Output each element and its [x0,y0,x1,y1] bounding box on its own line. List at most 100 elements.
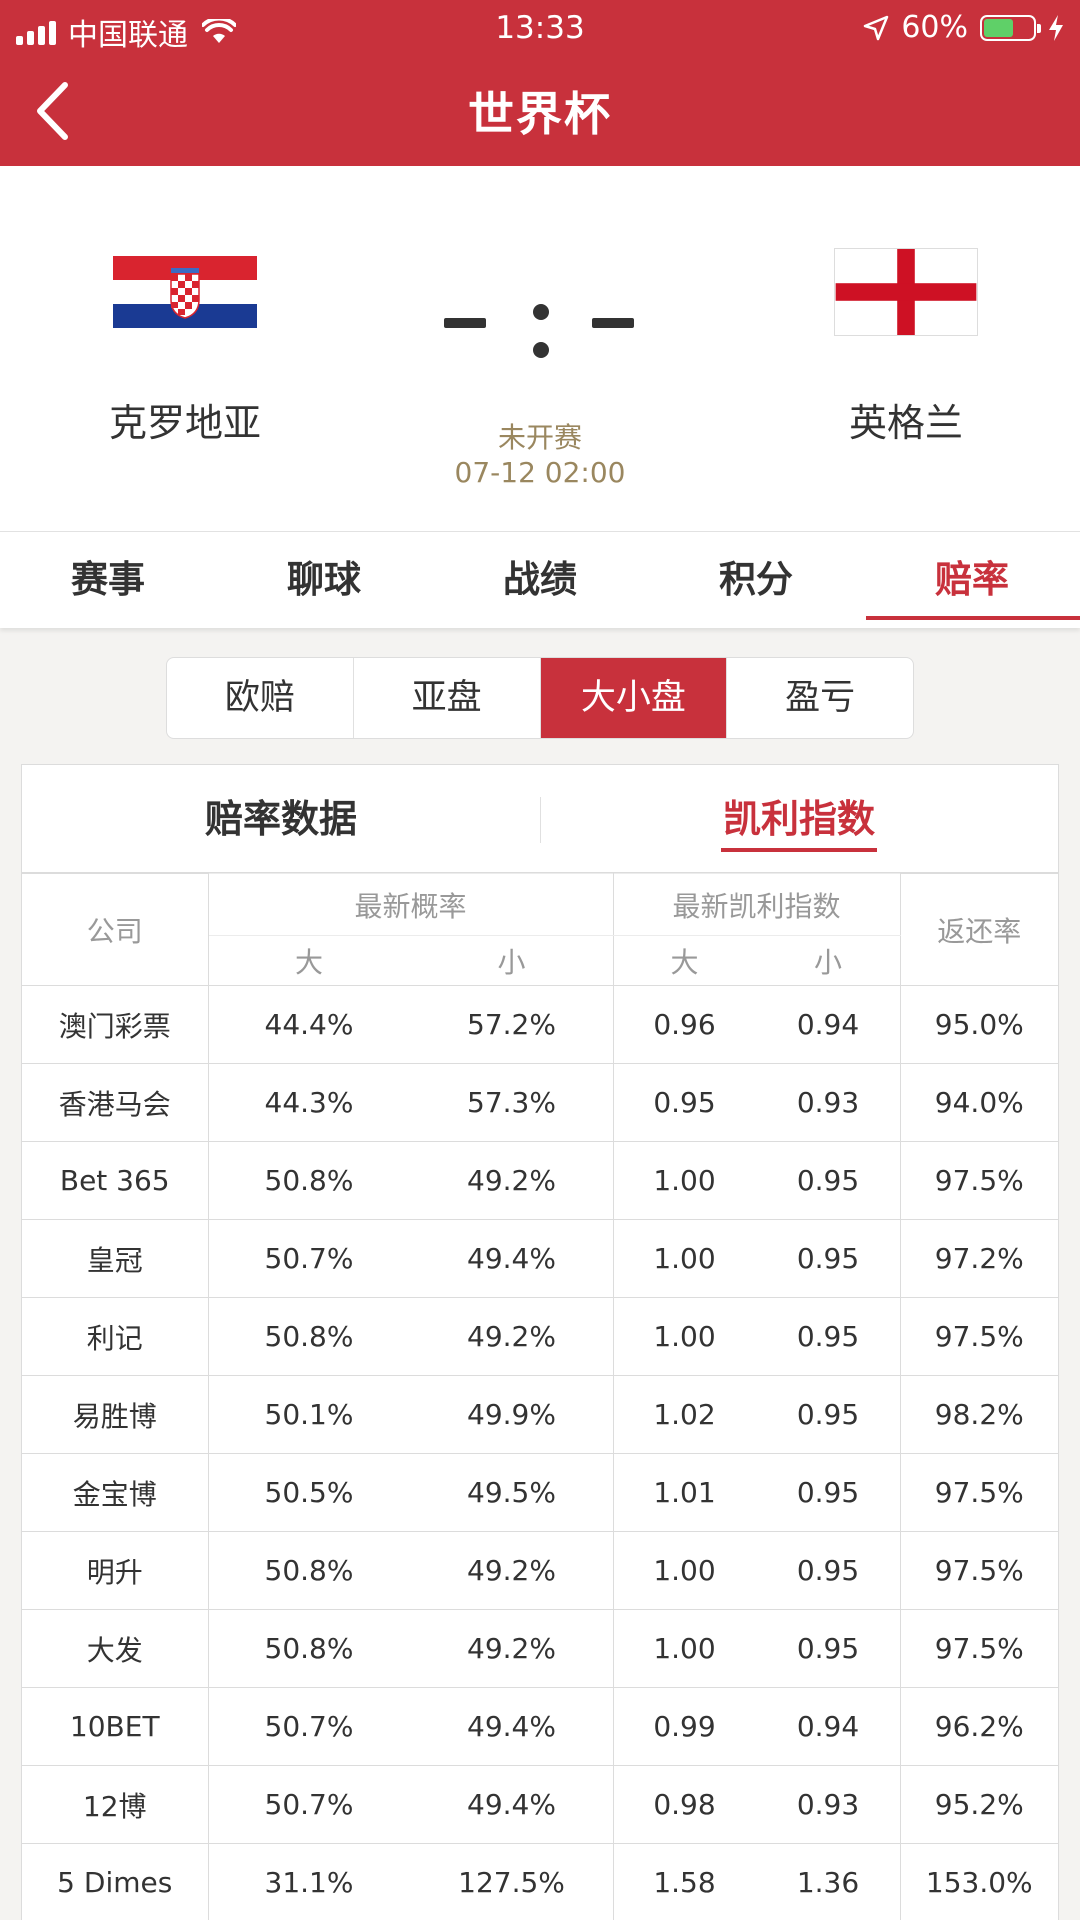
prob-big-cell: 50.8% [207,1609,410,1688]
tab-odds[interactable]: 赔率 [864,532,1080,628]
return-rate-cell: 95.2% [899,1765,1059,1844]
score-colon-bottom [533,342,549,358]
header-kelly-big: 大 [612,935,757,986]
kelly-small-cell: 0.94 [755,1687,901,1766]
prob-big-cell: 50.7% [207,1219,410,1298]
tab-record[interactable]: 战绩 [432,532,648,628]
kelly-big-cell: 1.00 [612,1297,757,1376]
company-cell: Bet 365 [22,1141,209,1220]
header-prob-small: 小 [409,935,614,986]
prob-small-cell: 57.2% [409,985,614,1064]
tab-odds-data[interactable]: 赔率数据 [22,765,540,873]
kelly-big-cell: 1.58 [612,1843,757,1920]
kelly-big-cell: 1.00 [612,1141,757,1220]
prob-small-cell: 49.2% [409,1609,614,1688]
tab-chat[interactable]: 聊球 [216,532,432,628]
table-row[interactable]: 易胜博 50.1% 49.9% 1.02 0.95 98.2% [22,1375,1059,1454]
tab-kelly-index-label: 凯利指数 [720,790,877,852]
prob-big-cell: 50.7% [207,1687,410,1766]
tab-events[interactable]: 赛事 [0,532,216,628]
return-rate-cell: 98.2% [899,1375,1059,1454]
kelly-small-cell: 0.95 [755,1297,901,1376]
score-colon-top [533,304,549,320]
match-header: 克罗地亚 未开赛 07-12 02:00 英格兰 [0,166,1080,532]
table-row[interactable]: 明升 50.8% 49.2% 1.00 0.95 97.5% [22,1531,1059,1610]
table-row[interactable]: 利记 50.8% 49.2% 1.00 0.95 97.5% [22,1297,1059,1376]
battery-level [984,18,1013,37]
table-row[interactable]: 香港马会 44.3% 57.3% 0.95 0.93 94.0% [22,1063,1059,1142]
segment-profit-loss[interactable]: 盈亏 [727,658,913,738]
kelly-small-cell: 0.95 [755,1141,901,1220]
kelly-big-cell: 0.95 [612,1063,757,1142]
tab-kelly-index[interactable]: 凯利指数 [540,765,1058,873]
return-rate-cell: 97.2% [899,1219,1059,1298]
company-cell: 澳门彩票 [22,985,209,1064]
status-right: 60% [863,10,1064,45]
away-score [592,318,634,328]
header-latest-kelly: 最新凯利指数 [612,873,901,936]
return-rate-cell: 97.5% [899,1453,1059,1532]
nav-bar: 世界杯 [0,56,1080,166]
prob-small-cell: 127.5% [409,1843,614,1920]
kelly-big-cell: 0.98 [612,1765,757,1844]
kelly-big-cell: 1.01 [612,1453,757,1532]
return-rate-cell: 153.0% [899,1843,1059,1920]
tab-standings[interactable]: 积分 [648,532,864,628]
prob-big-cell: 50.7% [207,1765,410,1844]
segment-over-under[interactable]: 大小盘 [540,658,728,738]
prob-big-cell: 50.8% [207,1141,410,1220]
kelly-big-cell: 1.00 [612,1531,757,1610]
header-return-rate: 返还率 [899,873,1059,986]
table-header-row: 公司 最新概率 最新凯利指数 返还率 [22,873,1059,986]
kelly-small-cell: 1.36 [755,1843,901,1920]
return-rate-cell: 97.5% [899,1531,1059,1610]
prob-small-cell: 49.4% [409,1687,614,1766]
header-company: 公司 [22,873,209,986]
header-latest-probability: 最新概率 [207,873,614,936]
kelly-small-cell: 0.93 [755,1063,901,1142]
table-row[interactable]: 10BET 50.7% 49.4% 0.99 0.94 96.2% [22,1687,1059,1766]
return-rate-cell: 97.5% [899,1297,1059,1376]
table-row[interactable]: 5 Dimes 31.1% 127.5% 1.58 1.36 153.0% [22,1843,1059,1920]
company-cell: 大发 [22,1609,209,1688]
kelly-small-cell: 0.95 [755,1531,901,1610]
table-body: 澳门彩票 44.4% 57.2% 0.96 0.94 95.0% 香港马会 44.3% 57.3… [22,985,1059,1920]
header-kelly-small: 小 [755,935,901,986]
company-cell: 皇冠 [22,1219,209,1298]
return-rate-cell: 97.5% [899,1141,1059,1220]
prob-small-cell: 49.4% [409,1765,614,1844]
company-cell: 易胜博 [22,1375,209,1454]
prob-big-cell: 44.3% [207,1063,410,1142]
kelly-big-cell: 1.00 [612,1609,757,1688]
table-row[interactable]: Bet 365 50.8% 49.2% 1.00 0.95 97.5% [22,1141,1059,1220]
kelly-big-cell: 0.99 [612,1687,757,1766]
company-cell: 明升 [22,1531,209,1610]
company-cell: 金宝博 [22,1453,209,1532]
prob-small-cell: 49.2% [409,1141,614,1220]
location-arrow-icon [864,15,889,40]
table-row[interactable]: 大发 50.8% 49.2% 1.00 0.95 97.5% [22,1609,1059,1688]
table-row[interactable]: 金宝博 50.5% 49.5% 1.01 0.95 97.5% [22,1453,1059,1532]
croatia-flag-icon [113,256,257,328]
kelly-big-cell: 1.02 [612,1375,757,1454]
prob-big-cell: 50.5% [207,1453,410,1532]
prob-big-cell: 50.1% [207,1375,410,1454]
kelly-table: 公司 最新概率 最新凯利指数 返还率 大 小 大 小 澳门彩票 44.4% 57.2… [22,873,1059,1920]
table-row[interactable]: 澳门彩票 44.4% 57.2% 0.96 0.94 95.0% [22,985,1059,1064]
kelly-small-cell: 0.95 [755,1609,901,1688]
match-kickoff-time: 07-12 02:00 [454,456,626,489]
status-bar: 中国联通 13:33 60% [0,0,1080,56]
company-cell: 10BET [22,1687,209,1766]
return-rate-cell: 94.0% [899,1063,1059,1142]
kelly-small-cell: 0.95 [755,1219,901,1298]
return-rate-cell: 95.0% [899,985,1059,1064]
table-row[interactable]: 12博 50.7% 49.4% 0.98 0.93 95.2% [22,1765,1059,1844]
kelly-big-cell: 0.96 [612,985,757,1064]
table-row[interactable]: 皇冠 50.7% 49.4% 1.00 0.95 97.2% [22,1219,1059,1298]
segment-asian-handicap[interactable]: 亚盘 [354,658,541,738]
page-title: 世界杯 [468,87,612,141]
company-cell: 香港马会 [22,1063,209,1142]
away-team[interactable]: 英格兰 [776,248,1036,447]
header-prob-big: 大 [208,935,411,986]
segment-european-odds[interactable]: 欧赔 [167,658,354,738]
